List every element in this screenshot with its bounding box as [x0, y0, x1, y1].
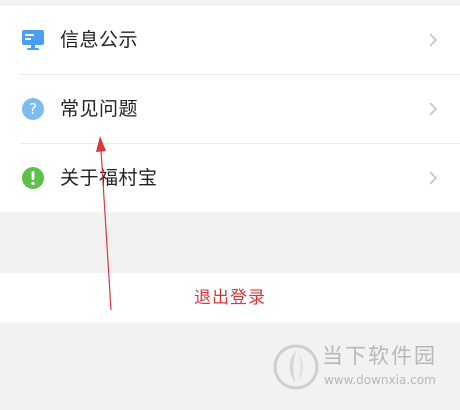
monitor-icon [22, 30, 44, 50]
watermark-url: www.downxia.com [324, 373, 436, 387]
watermark-name: 当下软件园 [322, 344, 437, 368]
menu-item-info-disclosure[interactable]: 信息公示 [0, 6, 460, 74]
question-circle-icon: ? [22, 98, 44, 120]
logout-label: 退出登录 [194, 288, 266, 308]
svg-text:?: ? [29, 100, 37, 118]
menu-item-about[interactable]: 关于福村宝 [0, 144, 460, 212]
menu-item-label: 常见问题 [60, 98, 139, 120]
menu-item-label: 关于福村宝 [60, 167, 158, 189]
section-gap [0, 212, 460, 273]
exclamation-circle-icon [22, 167, 44, 189]
chevron-right-icon [429, 171, 438, 185]
downxia-logo-icon [273, 344, 319, 390]
menu-item-faq[interactable]: ? 常见问题 [0, 75, 460, 143]
menu-item-label: 信息公示 [60, 29, 139, 51]
menu-list: 信息公示 ? 常见问题 关于福村宝 [0, 6, 460, 212]
chevron-right-icon [429, 33, 438, 47]
chevron-right-icon [429, 102, 438, 116]
logout-button[interactable]: 退出登录 [0, 273, 460, 323]
